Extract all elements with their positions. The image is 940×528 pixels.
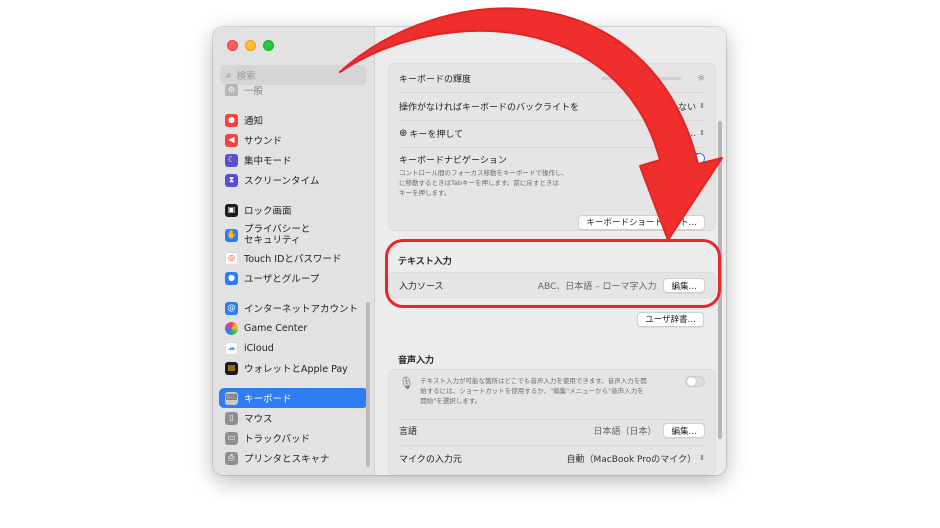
annotation-arrow-icon xyxy=(339,7,723,241)
arrow-shape xyxy=(339,7,723,241)
